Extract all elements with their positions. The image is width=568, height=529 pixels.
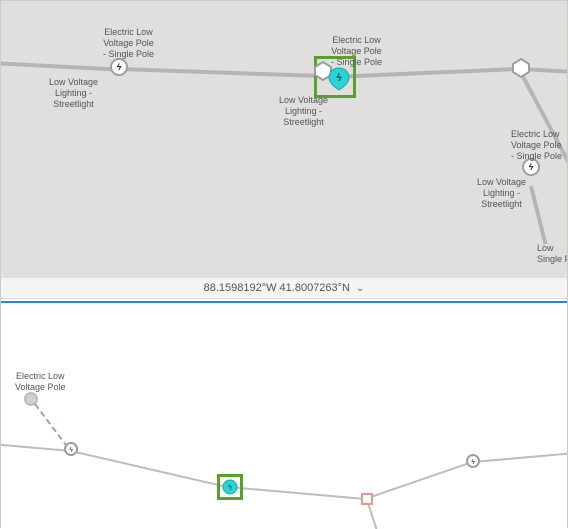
pole-label: Electric Low Voltage Pole - Single Pole	[331, 35, 382, 68]
pole-node[interactable]: ϟ	[466, 454, 480, 468]
diagram-line	[228, 486, 370, 500]
svg-text:ϟ: ϟ	[69, 446, 73, 454]
chevron-down-icon[interactable]: ⌄	[356, 283, 364, 294]
ghost-pole-label: Electric Low Voltage Pole	[15, 371, 66, 393]
svg-text:ϟ: ϟ	[529, 162, 534, 172]
map-view-top[interactable]: ϟ Electric Low Voltage Pole - Single Pol…	[1, 1, 567, 277]
streetlight-label: Low Voltage Lighting - Streetlight	[279, 95, 328, 128]
streetlight-label: Low Voltage Lighting - Streetlight	[477, 177, 526, 210]
pole-label-partial: Low Single P	[537, 243, 567, 265]
svg-text:ϟ: ϟ	[117, 62, 122, 72]
coordinates-readout: 88.1598192°W 41.8007263°N	[204, 282, 350, 294]
streetlight-label: Low Voltage Lighting - Streetlight	[49, 77, 98, 110]
diagram-view-bottom[interactable]: Electric Low Voltage Pole ϟ ϟ ϟ	[1, 301, 567, 529]
power-line	[333, 67, 523, 79]
selected-pole-node[interactable]: ϟ	[222, 479, 238, 495]
svg-text:ϟ: ϟ	[471, 458, 475, 466]
svg-text:ϟ: ϟ	[336, 72, 342, 84]
pole-node[interactable]: ϟ	[64, 442, 78, 456]
power-line	[1, 61, 121, 72]
power-line	[119, 67, 335, 79]
pole-label: Electric Low Voltage Pole - Single Pole	[103, 27, 154, 60]
power-line	[529, 186, 547, 245]
hex-anchor[interactable]	[511, 58, 531, 78]
selected-pole-node[interactable]: ϟ	[327, 67, 351, 91]
diagram-line	[473, 451, 567, 463]
pole-label: Electric Low Voltage Pole - Single Pole	[511, 129, 562, 162]
coordinate-status-bar[interactable]: 88.1598192°W 41.8007263°N ⌄	[1, 277, 567, 299]
pole-node[interactable]: ϟ	[110, 58, 128, 76]
diagram-line	[365, 460, 475, 500]
junction-node[interactable]	[361, 493, 373, 505]
diagram-line	[71, 450, 229, 488]
dashed-connection	[34, 403, 68, 447]
